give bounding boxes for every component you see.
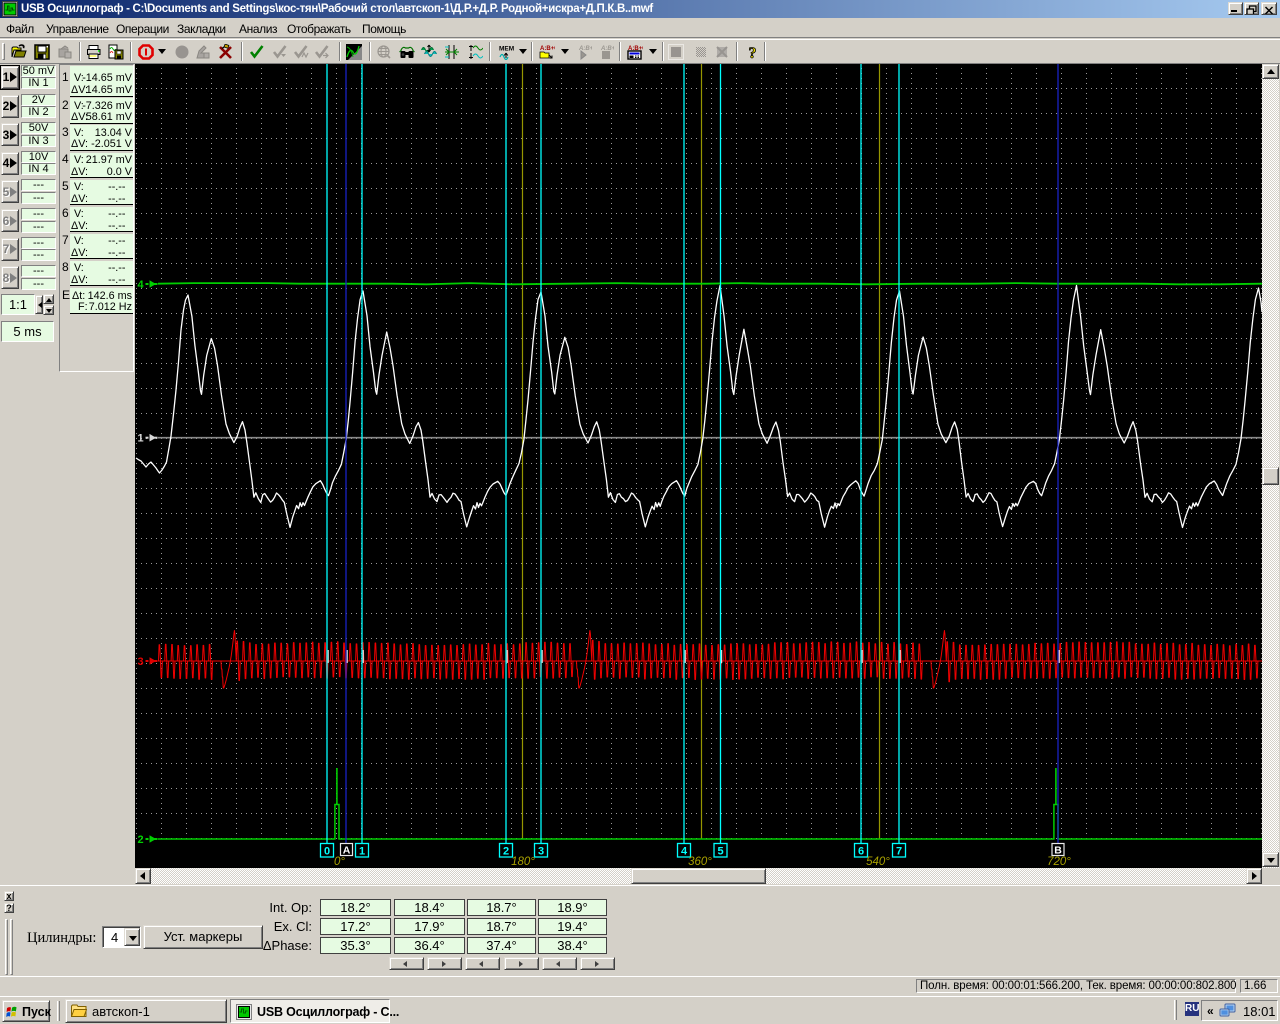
svg-text:7: 7 [896,846,902,858]
svg-text:3: 3 [138,656,144,668]
svg-text:1: 1 [359,846,365,858]
svg-text:4: 4 [681,846,688,858]
svg-text:1: 1 [138,433,144,445]
svg-text:MEM: MEM [499,46,514,53]
svg-text:?: ? [749,45,757,60]
svg-text:6: 6 [858,846,864,858]
svg-text:2: 2 [503,846,509,858]
svg-text:A:B+C: A:B+C [540,46,555,52]
svg-text:720°: 720° [1047,856,1071,868]
svg-text:0°: 0° [334,856,345,868]
svg-text:B: B [1054,845,1062,857]
svg-text:0: 0 [324,846,330,858]
svg-text:A: A [343,845,351,857]
svg-text:5: 5 [717,846,723,858]
svg-text:A:B+C: A:B+C [578,46,592,52]
svg-text:3: 3 [538,846,544,858]
svg-text:360°: 360° [688,856,712,868]
svg-text:540°: 540° [866,856,890,868]
svg-text:4: 4 [138,279,145,291]
svg-text:180°: 180° [511,856,535,868]
svg-text:2: 2 [138,834,144,846]
